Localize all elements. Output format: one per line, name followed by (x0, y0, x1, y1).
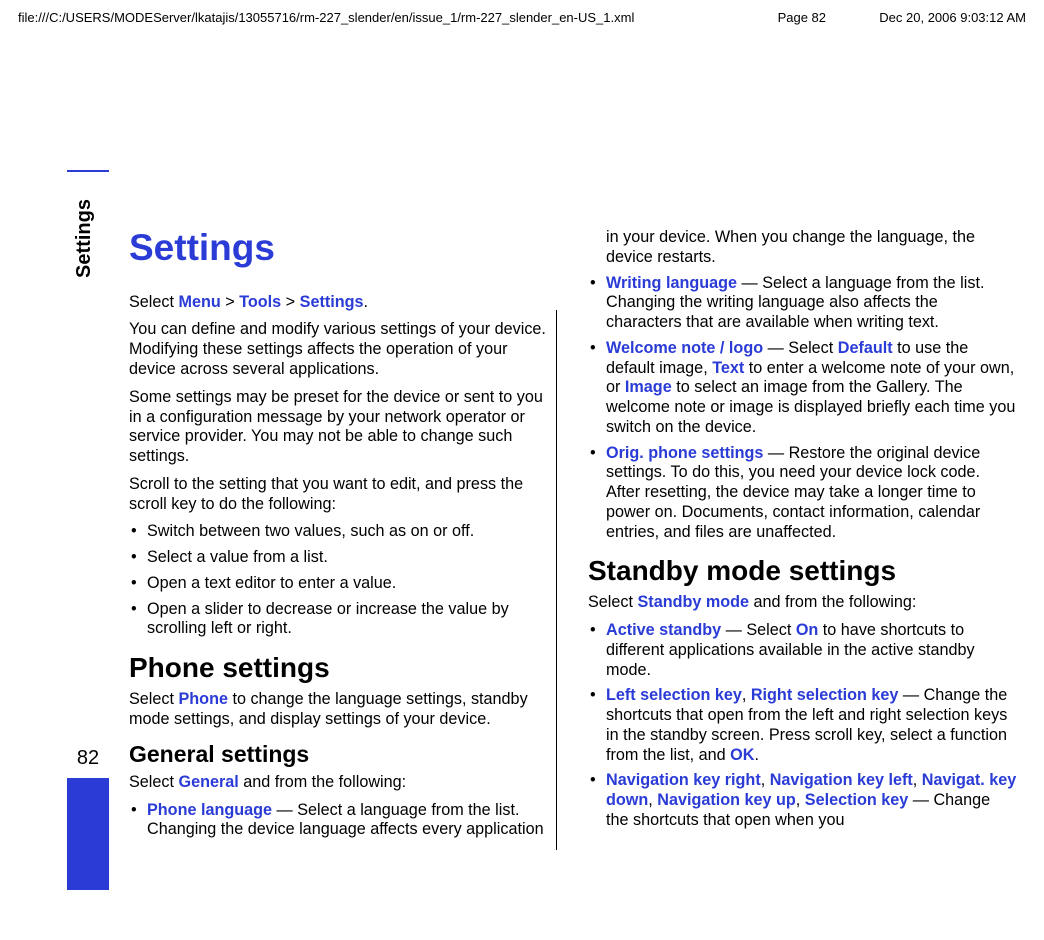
ui-ok: OK (730, 746, 754, 764)
ui-nav-key-left: Navigation key left (770, 771, 913, 789)
ui-phone: Phone (179, 690, 228, 708)
heading-settings: Settings (129, 228, 558, 269)
content-columns: Settings Select Menu > Tools > Settings.… (129, 228, 1017, 848)
ui-text: Text (712, 359, 744, 377)
page-body: Settings 82 Settings Select Menu > Tools… (67, 170, 1017, 890)
paragraph: Scroll to the setting that you want to e… (129, 475, 558, 515)
text: > (221, 293, 239, 311)
timestamp: Dec 20, 2006 9:03:12 AM (879, 10, 1026, 25)
ui-left-selection-key: Left selection key (606, 686, 742, 704)
text: , (742, 686, 751, 704)
paragraph: You can define and modify various settin… (129, 320, 558, 379)
ui-welcome-note: Welcome note / logo (606, 339, 763, 357)
text: Select (129, 773, 179, 791)
heading-phone-settings: Phone settings (129, 653, 558, 684)
text: Select (129, 293, 179, 311)
side-tab: Settings (67, 170, 109, 890)
text: and from the following: (239, 773, 406, 791)
paragraph: Select Phone to change the language sett… (129, 690, 558, 730)
heading-general-settings: General settings (129, 742, 558, 767)
ui-standby-mode: Standby mode (638, 593, 750, 611)
ui-selection-key: Selection key (805, 791, 908, 809)
scroll-key-list: Switch between two values, such as on or… (129, 522, 558, 639)
ui-right-selection-key: Right selection key (751, 686, 899, 704)
list-item: Orig. phone settings — Restore the origi… (588, 444, 1017, 543)
list-item: Select a value from a list. (129, 548, 558, 568)
page-number: 82 (67, 747, 109, 770)
list-item: Left selection key, Right selection key … (588, 686, 1017, 765)
text: , (913, 771, 922, 789)
section-label: Settings (73, 199, 96, 278)
ui-on: On (796, 621, 818, 639)
ui-settings: Settings (300, 293, 364, 311)
text: Select (129, 690, 179, 708)
ui-nav-key-up: Navigation key up (657, 791, 796, 809)
ui-menu: Menu (179, 293, 221, 311)
list-item: Active standby — Select On to have short… (588, 621, 1017, 680)
ui-nav-key-right: Navigation key right (606, 771, 761, 789)
text: — Select (721, 621, 796, 639)
list-item: Welcome note / logo — Select Default to … (588, 339, 1017, 438)
text: , (648, 791, 657, 809)
nav-path: Select Menu > Tools > Settings. (129, 293, 558, 313)
ui-general: General (179, 773, 239, 791)
text: , (761, 771, 770, 789)
paragraph: Select General and from the following: (129, 773, 558, 793)
ui-tools: Tools (239, 293, 281, 311)
page-indicator: Page 82 (778, 10, 826, 25)
text: , (796, 791, 805, 809)
text: — Select (763, 339, 838, 357)
text: . (754, 746, 759, 764)
ui-writing-language: Writing language (606, 274, 737, 292)
text: . (364, 293, 369, 311)
list-item: Switch between two values, such as on or… (129, 522, 558, 542)
paragraph: Some settings may be preset for the devi… (129, 388, 558, 467)
ui-default: Default (838, 339, 893, 357)
pdf-header: file:///C:/USERS/MODEServer/lkatajis/130… (18, 10, 1026, 25)
ui-phone-language: Phone language (147, 801, 272, 819)
tab-color-block (67, 778, 109, 888)
paragraph: Select Standby mode and from the followi… (588, 593, 1017, 613)
list-item: Open a slider to decrease or increase th… (129, 600, 558, 640)
ui-active-standby: Active standby (606, 621, 721, 639)
text: > (281, 293, 299, 311)
standby-settings-list: Active standby — Select On to have short… (588, 621, 1017, 831)
list-item: Writing language — Select a language fro… (588, 274, 1017, 333)
heading-standby-mode: Standby mode settings (588, 556, 1017, 587)
file-path: file:///C:/USERS/MODEServer/lkatajis/130… (18, 10, 634, 25)
ui-orig-phone-settings: Orig. phone settings (606, 444, 763, 462)
ui-image: Image (625, 378, 672, 396)
text: Select (588, 593, 638, 611)
text: and from the following: (749, 593, 916, 611)
list-item: Navigation key right, Navigation key lef… (588, 771, 1017, 830)
list-item: Open a text editor to enter a value. (129, 574, 558, 594)
